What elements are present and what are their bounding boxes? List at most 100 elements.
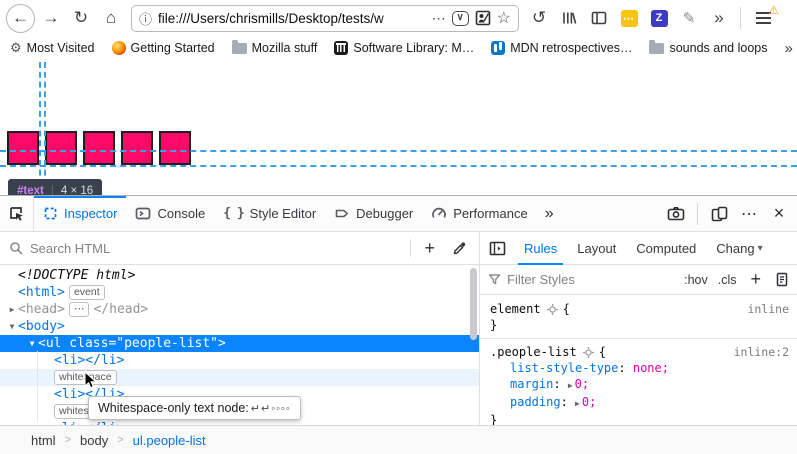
- bookmark-sounds-and-loops[interactable]: sounds and loops: [649, 41, 767, 55]
- extension-zotero-button[interactable]: Z: [645, 4, 673, 32]
- page-actions-icon[interactable]: ⋯: [432, 10, 446, 27]
- filter-styles-input[interactable]: [507, 272, 676, 287]
- toolbar-overflow-button[interactable]: »: [705, 4, 733, 32]
- library-button[interactable]: [555, 4, 583, 32]
- toggle-hover-pseudo-button[interactable]: :hov: [682, 273, 710, 287]
- tab-label: Console: [157, 206, 205, 221]
- new-stylesheet-icon[interactable]: [773, 272, 789, 287]
- markup-row-whitespace[interactable]: whitespace: [0, 369, 479, 386]
- tab-inspector[interactable]: Inspector: [34, 196, 126, 231]
- app-menu-button[interactable]: ⚠: [748, 4, 778, 32]
- bookmark-mozilla-stuff[interactable]: Mozilla stuff: [232, 41, 318, 55]
- pocket-icon[interactable]: ∨: [452, 11, 469, 26]
- indent-guide: [37, 351, 38, 421]
- bookmarks-bar: ⚙ Most Visited Getting Started Mozilla s…: [0, 36, 797, 60]
- collapsed-ellipsis-badge[interactable]: ⋯: [69, 302, 90, 317]
- devtools: Inspector Console { } Style Editor Debug…: [0, 195, 797, 454]
- toggle-classes-button[interactable]: .cls: [716, 273, 739, 287]
- markup-row-ul-selected[interactable]: ▼ <ul class="people-list">: [0, 335, 479, 352]
- tab-label: Performance: [453, 206, 527, 221]
- tab-rules[interactable]: Rules: [514, 232, 567, 264]
- search-icon: [9, 241, 23, 255]
- sidebar-button[interactable]: [585, 4, 613, 32]
- reload-button[interactable]: ↻: [67, 4, 95, 32]
- bookmark-software-library[interactable]: Software Library: M…: [334, 41, 474, 55]
- performance-icon: [431, 206, 447, 222]
- breadcrumb: html > body > ul.people-list: [0, 425, 797, 454]
- rule-people-list[interactable]: .people-list{inline:2: [480, 344, 797, 360]
- html-open-tag: <html>: [18, 284, 65, 301]
- pencil-icon: ✎: [683, 9, 696, 27]
- url-bar[interactable]: ⓘ ⋯ ∨ ☆: [131, 5, 519, 32]
- tab-style-editor[interactable]: { } Style Editor: [214, 196, 325, 231]
- event-badge[interactable]: event: [69, 285, 105, 300]
- bookmark-label: Getting Started: [131, 41, 215, 55]
- chevron-double-right-icon: »: [545, 205, 554, 223]
- nav-toolbar: ← → ↻ ⌂ ⓘ ⋯ ∨ ☆ ↺ ⋯ Z ✎ » ⚠: [0, 0, 797, 36]
- bookmark-getting-started[interactable]: Getting Started: [112, 41, 215, 55]
- extension-yellow-button[interactable]: ⋯: [615, 4, 643, 32]
- tab-label: Layout: [577, 241, 616, 256]
- colon: :: [561, 395, 568, 409]
- expand-panel-button[interactable]: [480, 232, 514, 264]
- declaration-list-style-type[interactable]: list-style-type: none;: [480, 360, 797, 376]
- extension-notes-button[interactable]: ✎: [675, 4, 703, 32]
- pick-element-button[interactable]: [0, 196, 34, 231]
- site-info-icon[interactable]: ⓘ: [139, 9, 152, 28]
- markup-row-doctype[interactable]: <!DOCTYPE html>: [0, 267, 479, 284]
- breadcrumb-html[interactable]: html: [31, 433, 56, 448]
- devtools-close-button[interactable]: ×: [765, 200, 793, 228]
- markup-row-head[interactable]: ▶ <head> ⋯ </head>: [0, 301, 479, 318]
- rule-source-link[interactable]: inline: [747, 301, 789, 317]
- markup-row-html[interactable]: <html> event: [0, 284, 479, 301]
- twisty-collapsed-icon[interactable]: ▶: [575, 399, 580, 408]
- toolbar-divider: [740, 7, 741, 29]
- url-input[interactable]: [158, 11, 426, 26]
- twisty-collapsed-icon[interactable]: ▶: [568, 381, 573, 390]
- add-rule-button[interactable]: +: [744, 269, 767, 290]
- tab-changes[interactable]: Chang ▾: [706, 232, 772, 264]
- rule-element[interactable]: element{inline: [480, 301, 797, 317]
- search-html-input[interactable]: [30, 241, 403, 256]
- devtools-tabs-overflow-button[interactable]: »: [537, 196, 562, 231]
- tab-computed[interactable]: Computed: [626, 232, 706, 264]
- breadcrumb-ul-people-list[interactable]: ul.people-list: [133, 433, 206, 448]
- eyedropper-button[interactable]: [448, 237, 470, 259]
- page-content: #text 4 × 16: [0, 60, 797, 195]
- rule-source-link[interactable]: inline:2: [734, 344, 789, 360]
- twisty-expanded-icon[interactable]: ▼: [6, 318, 18, 335]
- tab-console[interactable]: Console: [126, 196, 214, 231]
- highlight-selector-icon[interactable]: [583, 347, 594, 358]
- semicolon: ;: [582, 377, 589, 391]
- add-node-button[interactable]: +: [418, 238, 441, 259]
- responsive-design-button[interactable]: [705, 200, 733, 228]
- highlight-selector-icon[interactable]: [547, 304, 558, 315]
- home-button[interactable]: ⌂: [97, 4, 125, 32]
- markup-row-li[interactable]: <li></li>: [0, 352, 479, 369]
- declaration-margin[interactable]: margin: ▶0;: [480, 376, 797, 394]
- forward-button[interactable]: →: [37, 4, 65, 32]
- twisty-expanded-icon[interactable]: ▼: [26, 335, 38, 352]
- list-item-box: [83, 131, 115, 165]
- extension-avatar-icon[interactable]: [475, 10, 491, 26]
- bookmark-mdn-retrospectives[interactable]: MDN retrospectives…: [491, 41, 632, 55]
- history-button[interactable]: ↺: [525, 4, 553, 32]
- declaration-padding[interactable]: padding: ▶0;: [480, 394, 797, 412]
- tab-performance[interactable]: Performance: [422, 196, 536, 231]
- console-icon: [135, 206, 151, 221]
- breadcrumb-body[interactable]: body: [80, 433, 108, 448]
- markup-row-body[interactable]: ▼ <body>: [0, 318, 479, 335]
- tab-debugger[interactable]: Debugger: [325, 196, 422, 231]
- screenshot-button[interactable]: [662, 200, 690, 228]
- inspector-icon: [43, 206, 58, 221]
- devtools-settings-button[interactable]: ⋯: [735, 200, 763, 228]
- tab-layout[interactable]: Layout: [567, 232, 626, 264]
- twisty-collapsed-icon[interactable]: ▶: [6, 301, 18, 318]
- devtools-toolbar-divider: [697, 203, 698, 225]
- back-button[interactable]: ←: [6, 4, 35, 33]
- markup-scrollbar[interactable]: [470, 268, 477, 340]
- bookmark-star-icon[interactable]: ☆: [497, 8, 511, 28]
- highlighter-guide-vertical: [44, 62, 46, 195]
- bookmarks-overflow-button[interactable]: »: [784, 40, 797, 57]
- bookmark-most-visited[interactable]: ⚙ Most Visited: [10, 40, 95, 56]
